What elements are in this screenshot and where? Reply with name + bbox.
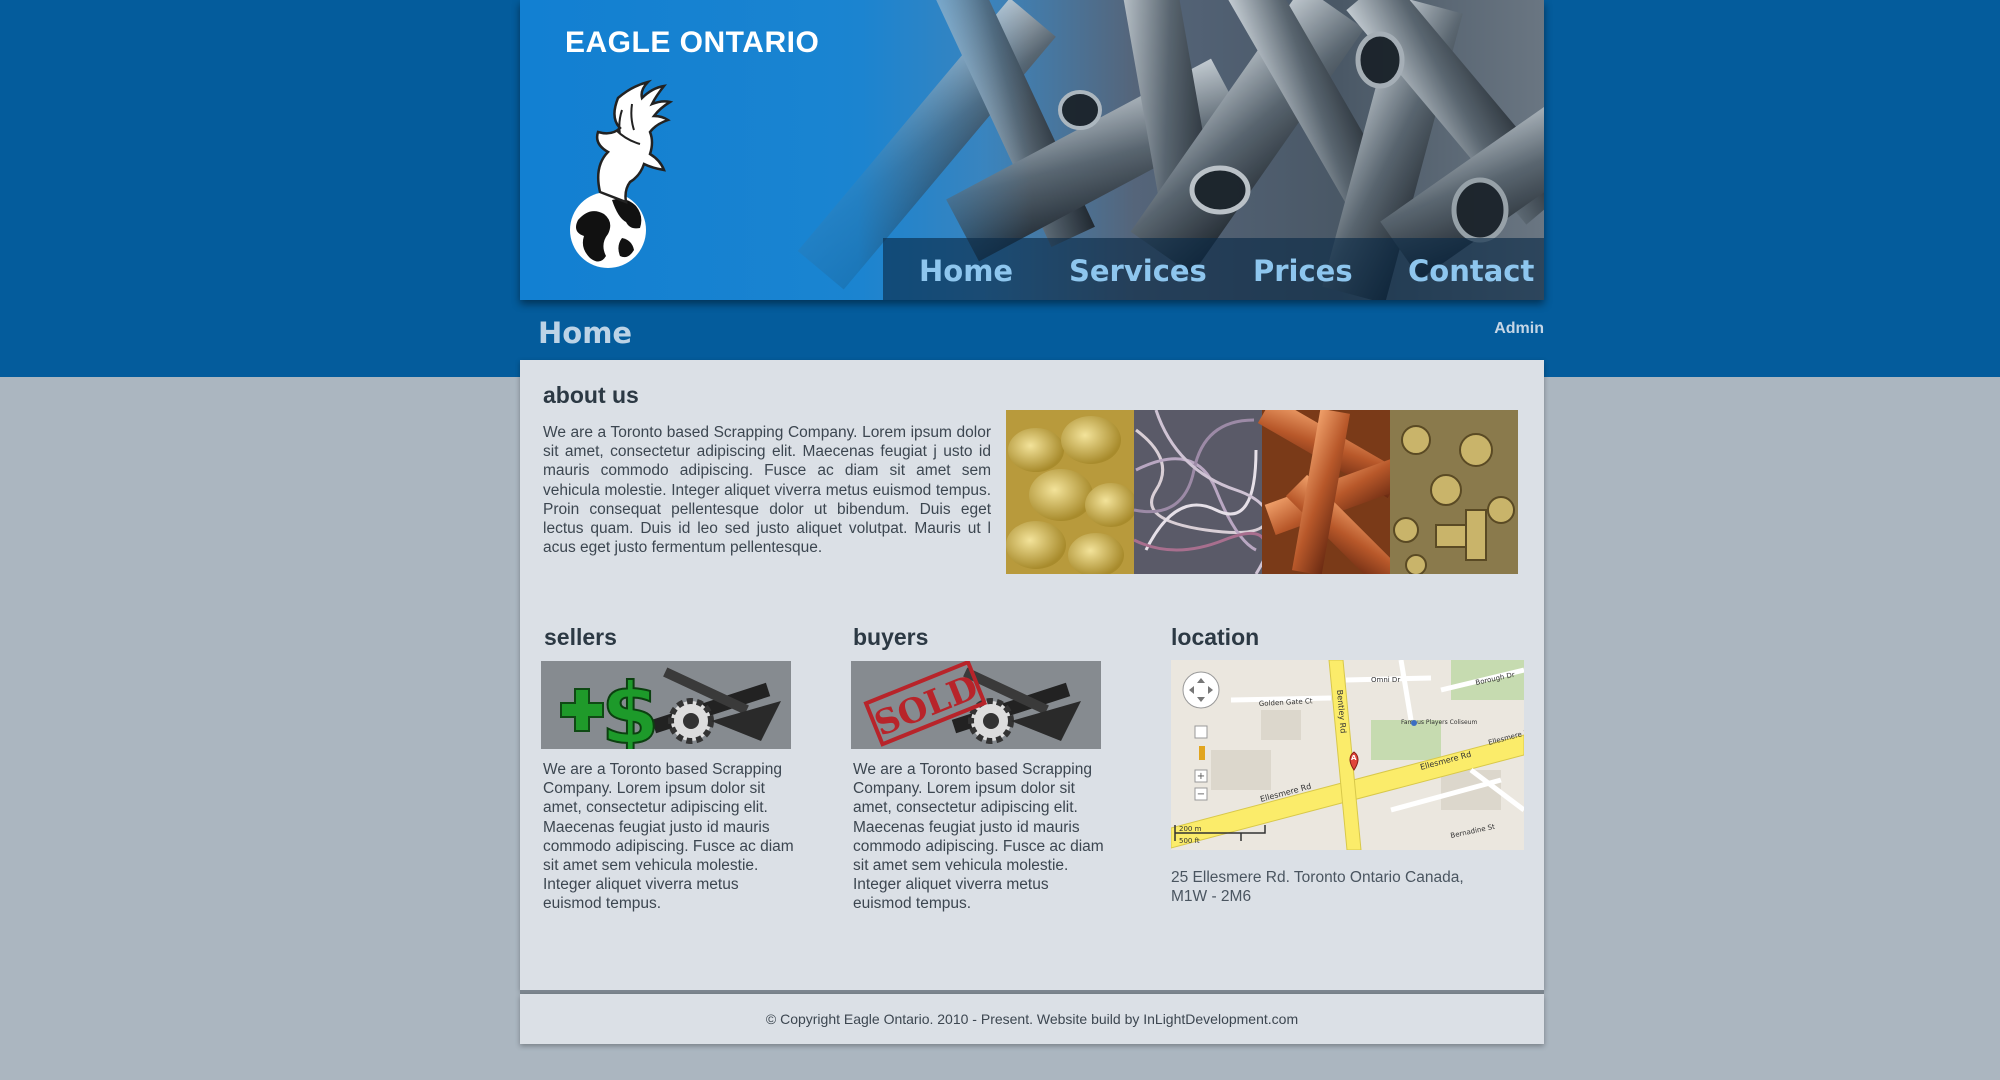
page-title-bar: Home Admin <box>520 300 1544 360</box>
scrap-metals-collage-image <box>1006 410 1518 574</box>
eagle-globe-logo-icon[interactable] <box>560 70 680 270</box>
svg-text:500 ft: 500 ft <box>1179 837 1200 845</box>
map-marker-label: A <box>1351 754 1357 762</box>
admin-link[interactable]: Admin <box>1494 320 1544 338</box>
sellers-heading: sellers <box>544 624 617 650</box>
main-navigation: Home Services Prices Contact <box>883 238 1544 300</box>
nav-services[interactable]: Services <box>1069 254 1207 288</box>
main-content: about us We are a Toronto based Scrappin… <box>520 360 1544 990</box>
svg-text:+: + <box>1197 771 1205 782</box>
map-road-label: Omni Dr <box>1371 676 1400 684</box>
footer: © Copyright Eagle Ontario. 2010 - Presen… <box>520 994 1544 1044</box>
sellers-banner-image: $ <box>541 661 791 749</box>
buyers-banner-image: SOLD <box>851 661 1101 749</box>
sellers-text: We are a Toronto based Scrapping Company… <box>543 761 794 913</box>
nav-contact[interactable]: Contact <box>1408 254 1534 288</box>
page-title: Home <box>538 316 633 350</box>
site-logo-text[interactable]: EAGLE ONTARIO <box>565 26 819 60</box>
svg-text:$: $ <box>601 665 659 749</box>
location-heading: location <box>1171 624 1260 650</box>
nav-home[interactable]: Home <box>919 254 1013 288</box>
svg-text:−: − <box>1197 789 1205 800</box>
svg-text:200 m: 200 m <box>1179 825 1202 833</box>
page-container: EAGLE ONTARIO Home Services Prices Conta… <box>520 0 1544 1044</box>
location-address: 25 Ellesmere Rd. Toronto Ontario Canada,… <box>1171 869 1464 905</box>
nav-prices[interactable]: Prices <box>1253 254 1353 288</box>
about-text: We are a Toronto based Scrapping Company… <box>543 424 991 557</box>
buyers-heading: buyers <box>853 624 929 650</box>
about-heading: about us <box>543 382 639 408</box>
map-pan-control-icon[interactable] <box>1182 671 1220 709</box>
buyers-text: We are a Toronto based Scrapping Company… <box>853 761 1104 913</box>
location-map[interactable]: Ellesmere Rd Ellesmere Rd Ellesmere Rd B… <box>1171 660 1524 850</box>
site-header: EAGLE ONTARIO Home Services Prices Conta… <box>520 0 1544 300</box>
footer-copyright: © Copyright Eagle Ontario. 2010 - Presen… <box>765 1011 1299 1027</box>
